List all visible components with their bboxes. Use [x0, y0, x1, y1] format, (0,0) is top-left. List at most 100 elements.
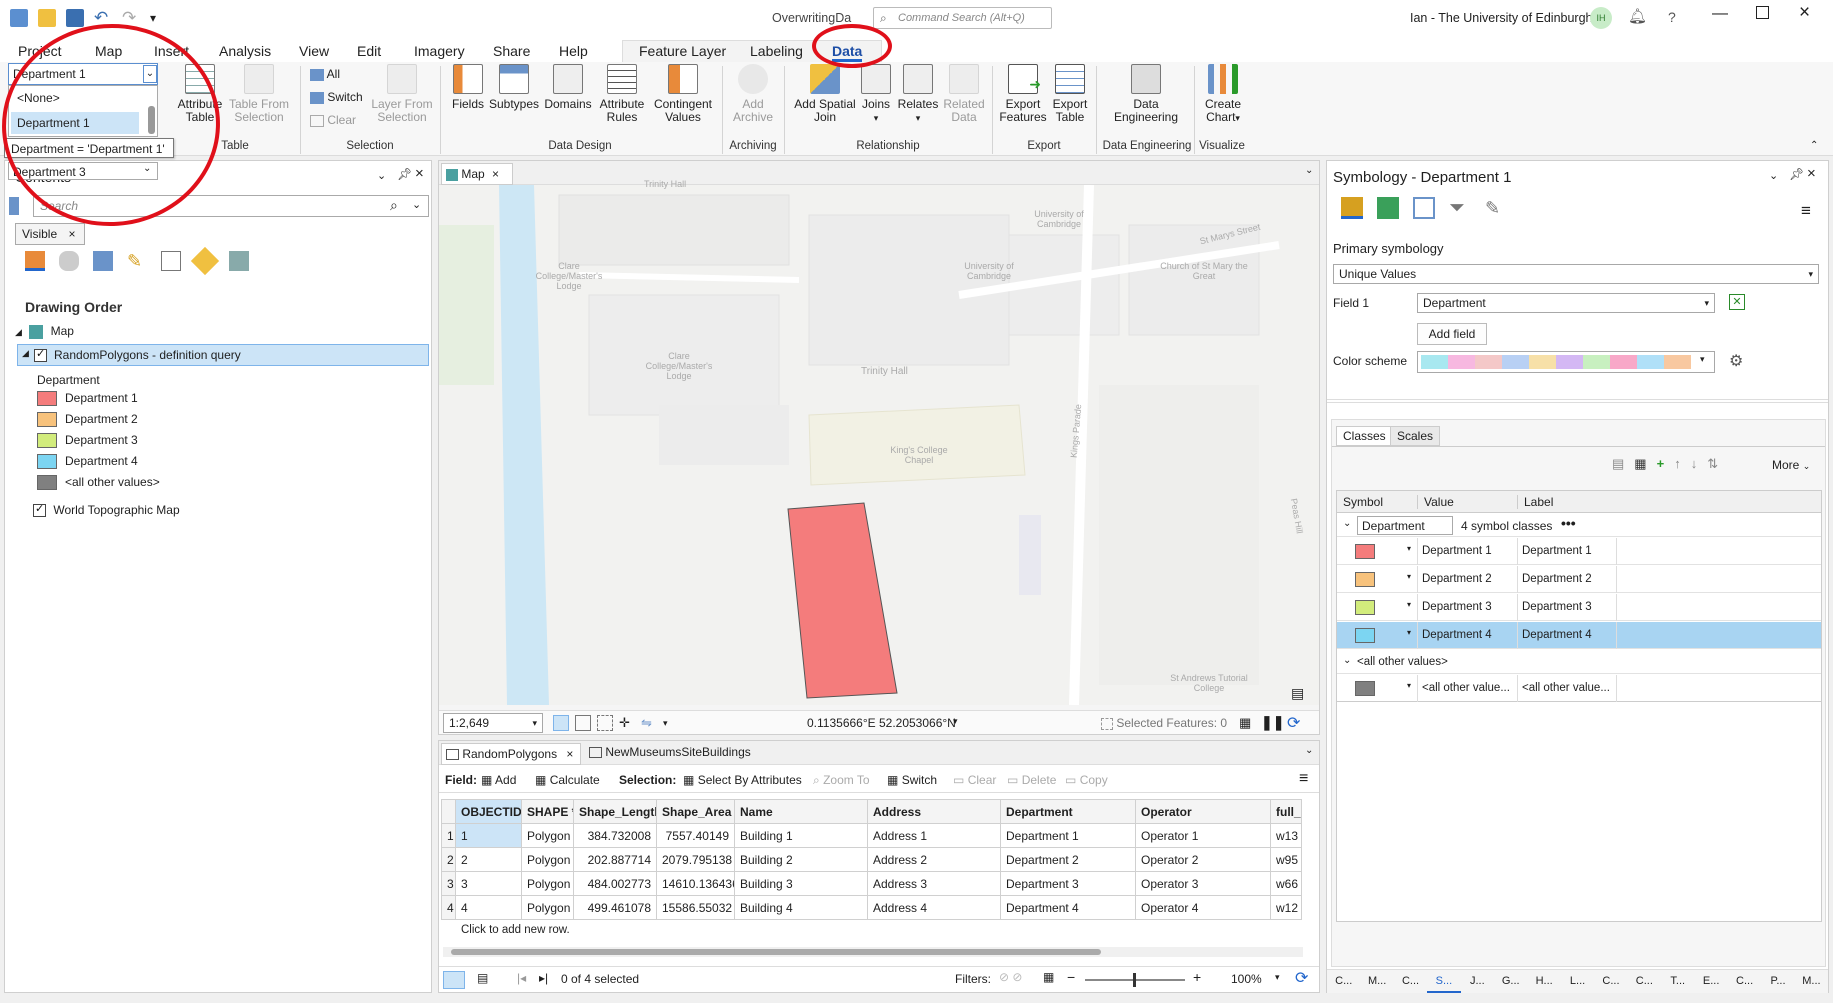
- open-project-icon[interactable]: [38, 9, 56, 27]
- bottom-tab[interactable]: H...: [1527, 970, 1560, 993]
- collapse-icon[interactable]: ⌄: [1343, 518, 1351, 529]
- table-cell[interactable]: 3: [455, 871, 522, 896]
- tab-imagery[interactable]: Imagery: [414, 40, 465, 62]
- pause-icon[interactable]: ❚❚: [1261, 714, 1284, 731]
- list-by-drawing-order-icon[interactable]: [25, 251, 45, 271]
- chevron-down-icon[interactable]: ▾: [1407, 681, 1411, 690]
- table-cell[interactable]: Address 2: [867, 847, 1001, 872]
- symbology-method-dropdown[interactable]: Unique Values ▾: [1333, 264, 1819, 284]
- select-by-attributes-button[interactable]: ▦ Select By Attributes: [683, 773, 802, 787]
- legend-item[interactable]: Department 4: [37, 454, 297, 474]
- command-search-input[interactable]: ⌕ Command Search (Alt+Q): [873, 7, 1052, 29]
- close-icon[interactable]: ×: [566, 747, 573, 761]
- avatar[interactable]: IH: [1590, 7, 1612, 29]
- table-cell[interactable]: Operator 4: [1135, 895, 1271, 920]
- table-cell[interactable]: Building 3: [734, 871, 868, 896]
- data-engineering-button[interactable]: Data Engineering: [1108, 64, 1184, 124]
- bottom-tab[interactable]: E...: [1694, 970, 1727, 993]
- last-record-icon[interactable]: ▸|: [539, 971, 548, 985]
- column-header[interactable]: Address: [867, 799, 1001, 824]
- basemap-visibility-checkbox[interactable]: [33, 502, 46, 518]
- notification-bell-icon[interactable]: 🔔︎: [1628, 7, 1647, 25]
- add-spatial-join-button[interactable]: Add Spatial Join: [790, 64, 860, 124]
- show-all-records-icon[interactable]: [443, 971, 465, 989]
- close-icon[interactable]: ×: [68, 227, 75, 241]
- list-by-labeling-icon[interactable]: [190, 246, 220, 276]
- legend-swatch[interactable]: [37, 391, 57, 407]
- legend-swatch[interactable]: [37, 475, 57, 491]
- chevron-down-icon[interactable]: ▾: [953, 716, 958, 727]
- menu-icon[interactable]: ≡: [1299, 770, 1308, 788]
- table-icon[interactable]: ▤: [1612, 456, 1624, 472]
- class-label[interactable]: Department 2: [1517, 566, 1617, 593]
- table-cell[interactable]: Address 4: [867, 895, 1001, 920]
- column-header[interactable]: SHAPE *: [521, 799, 574, 824]
- primary-symbology-icon[interactable]: [1341, 197, 1363, 219]
- table-cell[interactable]: w12: [1270, 895, 1302, 920]
- color-scheme-dropdown[interactable]: ▾: [1417, 351, 1715, 373]
- bottom-tab[interactable]: P...: [1761, 970, 1794, 993]
- table-cell[interactable]: Polygon: [521, 847, 574, 872]
- joins-button[interactable]: Joins ▾: [860, 64, 892, 125]
- clear-button[interactable]: ▭ Clear: [953, 773, 996, 787]
- legend-item[interactable]: Department 1: [37, 391, 297, 411]
- tab-view[interactable]: View: [299, 40, 329, 62]
- scrollbar-thumb[interactable]: [451, 949, 1101, 955]
- add-field-button[interactable]: ▦ Add: [481, 773, 516, 787]
- show-selected-records-icon[interactable]: ▤: [477, 971, 488, 985]
- zoom-slider-thumb[interactable]: [1133, 973, 1136, 987]
- tab-map-view[interactable]: Map ×: [441, 163, 513, 185]
- bottom-tab[interactable]: C...: [1394, 970, 1427, 993]
- help-icon[interactable]: ?: [1668, 9, 1676, 25]
- table-cell[interactable]: 202.887714: [573, 847, 657, 872]
- bottom-tab[interactable]: S...: [1427, 970, 1461, 993]
- column-header[interactable]: Shape_Length: [573, 799, 657, 824]
- customize-toolbar-icon[interactable]: ▾: [150, 9, 168, 27]
- pin-icon[interactable]: 📌︎: [1789, 167, 1804, 181]
- column-header[interactable]: OBJECTID *: [455, 799, 522, 824]
- table-cell[interactable]: 2: [455, 847, 522, 872]
- tab-share[interactable]: Share: [493, 40, 530, 62]
- table-row[interactable]: 4 4 Polygon 499.461078 15586.55032 Building 4…: [441, 895, 1302, 920]
- delete-button[interactable]: ▭ Delete: [1007, 773, 1056, 787]
- row-header[interactable]: 3: [441, 871, 456, 896]
- collapse-icon[interactable]: ⌄: [1343, 655, 1351, 666]
- table-cell[interactable]: 14610.136436: [656, 871, 735, 896]
- table-cell[interactable]: Department 4: [1000, 895, 1136, 920]
- bottom-tab[interactable]: C...: [1327, 970, 1360, 993]
- table-cell[interactable]: 7557.40149: [656, 823, 735, 848]
- zoom-in-icon[interactable]: +: [1193, 969, 1201, 985]
- table-cell[interactable]: w66: [1270, 871, 1302, 896]
- new-project-icon[interactable]: [10, 9, 28, 27]
- subtypes-button[interactable]: Subtypes: [488, 64, 540, 111]
- table-cell[interactable]: Department 1: [1000, 823, 1136, 848]
- list-by-snapping-icon[interactable]: [161, 251, 181, 271]
- legend-swatch[interactable]: [37, 433, 57, 449]
- domains-button[interactable]: Domains: [542, 64, 594, 111]
- row-header[interactable]: 4: [441, 895, 456, 920]
- symbol-class-row[interactable]: ▾ Department 3 Department 3: [1337, 594, 1821, 621]
- class-symbol[interactable]: [1355, 544, 1375, 559]
- close-icon[interactable]: ×: [415, 165, 424, 182]
- snapping-icon[interactable]: ✛: [619, 715, 635, 731]
- symbol-class-row[interactable]: ▾ Department 4 Department 4: [1337, 622, 1821, 649]
- bottom-tab[interactable]: L...: [1561, 970, 1594, 993]
- legend-swatch[interactable]: [37, 454, 57, 470]
- layer-visibility-checkbox[interactable]: [34, 347, 47, 363]
- table-cell[interactable]: 1: [455, 823, 522, 848]
- table-cell[interactable]: Building 4: [734, 895, 868, 920]
- tab-edit[interactable]: Edit: [357, 40, 381, 62]
- tab-labeling[interactable]: Labeling: [750, 40, 803, 62]
- chevron-down-icon[interactable]: ▾: [1407, 572, 1411, 581]
- tab-classes[interactable]: Classes: [1336, 426, 1393, 446]
- bottom-tab[interactable]: C...: [1728, 970, 1761, 993]
- zoom-to-button[interactable]: ⌕ Zoom To: [813, 773, 870, 788]
- bottom-tab[interactable]: M...: [1795, 970, 1828, 993]
- first-record-icon[interactable]: |◂: [517, 971, 526, 985]
- layer-row-selected[interactable]: ◢ RandomPolygons - definition query: [17, 344, 429, 366]
- chevron-down-icon[interactable]: ⌄: [412, 198, 421, 211]
- table-cell[interactable]: Department 3: [1000, 871, 1136, 896]
- correction-icon[interactable]: ⇋: [641, 715, 657, 731]
- user-name[interactable]: Ian - The University of Edinburgh: [1410, 11, 1593, 25]
- column-header[interactable]: Name: [734, 799, 868, 824]
